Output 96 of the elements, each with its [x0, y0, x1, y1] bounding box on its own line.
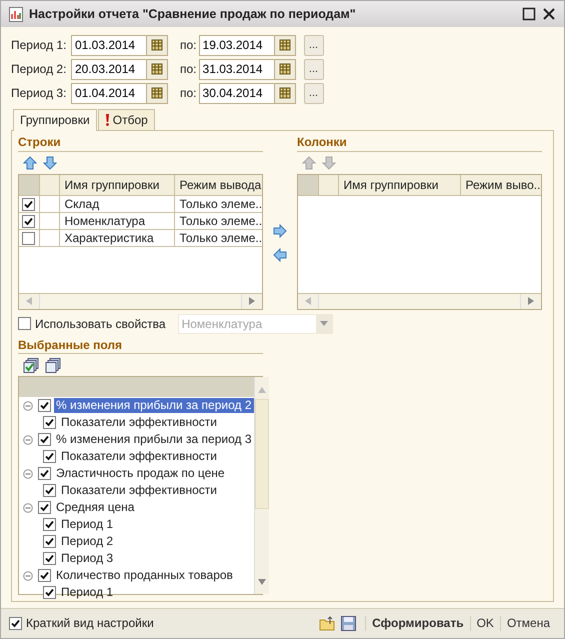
column-header[interactable]: Режим вывода: [174, 174, 262, 196]
tree-item[interactable]: Период 2: [59, 534, 116, 549]
vertical-scrollbar[interactable]: [254, 377, 268, 594]
calendar-button[interactable]: [147, 82, 168, 104]
collapse-icon[interactable]: [23, 570, 33, 581]
scroll-right-icon[interactable]: [528, 297, 534, 306]
checkbox[interactable]: [43, 552, 56, 566]
move-up-icon[interactable]: [23, 156, 37, 170]
collapse-icon[interactable]: [23, 468, 33, 479]
calendar-icon: [151, 39, 163, 51]
column-header[interactable]: Имя группировки: [338, 174, 460, 196]
horizontal-scrollbar[interactable]: [19, 292, 262, 309]
maximize-icon[interactable]: [522, 7, 536, 21]
tree-item[interactable]: Период 1: [59, 585, 116, 600]
footer-button[interactable]: Отмена: [500, 616, 556, 631]
footer-button[interactable]: OK: [470, 616, 500, 631]
report-icon: [9, 6, 23, 22]
tree-item[interactable]: Показатели эффективности: [59, 449, 219, 464]
folder-icon: [319, 616, 336, 631]
table-cell: Характеристика: [59, 230, 174, 247]
calendar-button[interactable]: [274, 58, 296, 80]
period-label: Период 3:: [11, 86, 68, 100]
calendar-button[interactable]: [147, 34, 168, 56]
collapse-icon[interactable]: [23, 400, 33, 411]
calendar-button[interactable]: [274, 82, 296, 104]
checkbox[interactable]: [38, 501, 51, 514]
checkbox[interactable]: [43, 535, 56, 548]
date-to-field[interactable]: 30.04.2014: [198, 82, 275, 104]
section-title: Колонки: [297, 135, 542, 152]
checkbox[interactable]: [38, 399, 51, 412]
tree-item[interactable]: Средняя цена: [54, 500, 136, 515]
table-cell: Номенклатура: [59, 212, 174, 230]
to-label: по:: [180, 86, 197, 100]
tree-item[interactable]: % изменения прибыли за период 3: [54, 432, 254, 447]
close-icon[interactable]: [542, 7, 556, 21]
calendar-button[interactable]: [147, 58, 168, 80]
more-button[interactable]: ...: [304, 82, 324, 104]
period-label: Период 2:: [11, 62, 68, 76]
calendar-icon: [278, 39, 291, 51]
tree-item[interactable]: Количество проданных товаров: [54, 568, 235, 583]
move-right-icon[interactable]: [273, 224, 287, 238]
checkbox[interactable]: [43, 450, 56, 464]
tree-item[interactable]: Эластичность продаж по цене: [54, 466, 227, 481]
collapse-icon[interactable]: [23, 434, 33, 445]
scroll-down-icon[interactable]: [258, 579, 266, 586]
tree-item[interactable]: % изменения прибыли за период 2: [54, 398, 254, 413]
tree-item[interactable]: Показатели эффективности: [59, 483, 219, 498]
check-all-icon[interactable]: [23, 358, 39, 373]
checkbox[interactable]: [38, 433, 51, 446]
calendar-icon: [278, 63, 291, 75]
date-from-field[interactable]: 01.04.2014: [71, 82, 147, 104]
more-button[interactable]: ...: [304, 58, 324, 80]
checkbox[interactable]: [38, 569, 51, 582]
tree-item[interactable]: Период 1: [59, 517, 116, 532]
date-from-field[interactable]: 20.03.2014: [71, 58, 147, 80]
checkbox[interactable]: [9, 617, 22, 630]
horizontal-scrollbar[interactable]: [298, 292, 541, 309]
tab[interactable]: Отбор: [98, 109, 155, 130]
checkbox-label: Использовать свойства: [35, 316, 166, 331]
scroll-right-icon[interactable]: [249, 297, 255, 306]
tree-item[interactable]: Период 3: [59, 551, 116, 566]
tab[interactable]: Группировки: [13, 109, 97, 132]
date-to-field[interactable]: 31.03.2014: [198, 58, 275, 80]
checkbox[interactable]: [38, 467, 51, 480]
more-button[interactable]: ...: [304, 34, 324, 56]
footer-button[interactable]: Сформировать: [365, 616, 470, 631]
column-header[interactable]: Имя группировки: [59, 174, 174, 196]
tree-item[interactable]: Показатели эффективности: [59, 415, 219, 430]
move-down-icon[interactable]: [43, 156, 57, 170]
section-title: Строки: [18, 135, 263, 152]
checkbox[interactable]: [22, 215, 35, 228]
date-to-field[interactable]: 19.03.2014: [198, 34, 275, 56]
exclamation-icon: [104, 114, 110, 126]
checkbox[interactable]: [43, 518, 56, 532]
checkbox[interactable]: [22, 198, 35, 212]
period-label: Период 1:: [11, 38, 68, 52]
uncheck-all-icon[interactable]: [45, 358, 61, 373]
section-title: Выбранные поля: [18, 338, 263, 354]
checkbox[interactable]: [43, 586, 56, 600]
collapse-icon[interactable]: [23, 502, 33, 513]
calendar-icon: [278, 87, 291, 99]
checkbox[interactable]: [43, 416, 56, 430]
to-label: по:: [180, 38, 197, 52]
to-label: по:: [180, 62, 197, 76]
window-title: Настройки отчета "Сравнение продаж по периодам": [29, 6, 357, 22]
checkbox[interactable]: [22, 232, 35, 246]
calendar-button[interactable]: [274, 34, 296, 56]
table-cell: Склад: [59, 196, 174, 213]
save-icon: [341, 616, 356, 631]
move-left-icon[interactable]: [273, 248, 287, 262]
calendar-icon: [151, 63, 163, 75]
column-header[interactable]: Режим выво..: [460, 174, 541, 196]
checkbox-label: Краткий вид настройки: [26, 616, 154, 631]
checkbox[interactable]: [43, 484, 56, 498]
calendar-icon: [151, 87, 163, 99]
date-from-field[interactable]: 01.03.2014: [71, 34, 147, 56]
